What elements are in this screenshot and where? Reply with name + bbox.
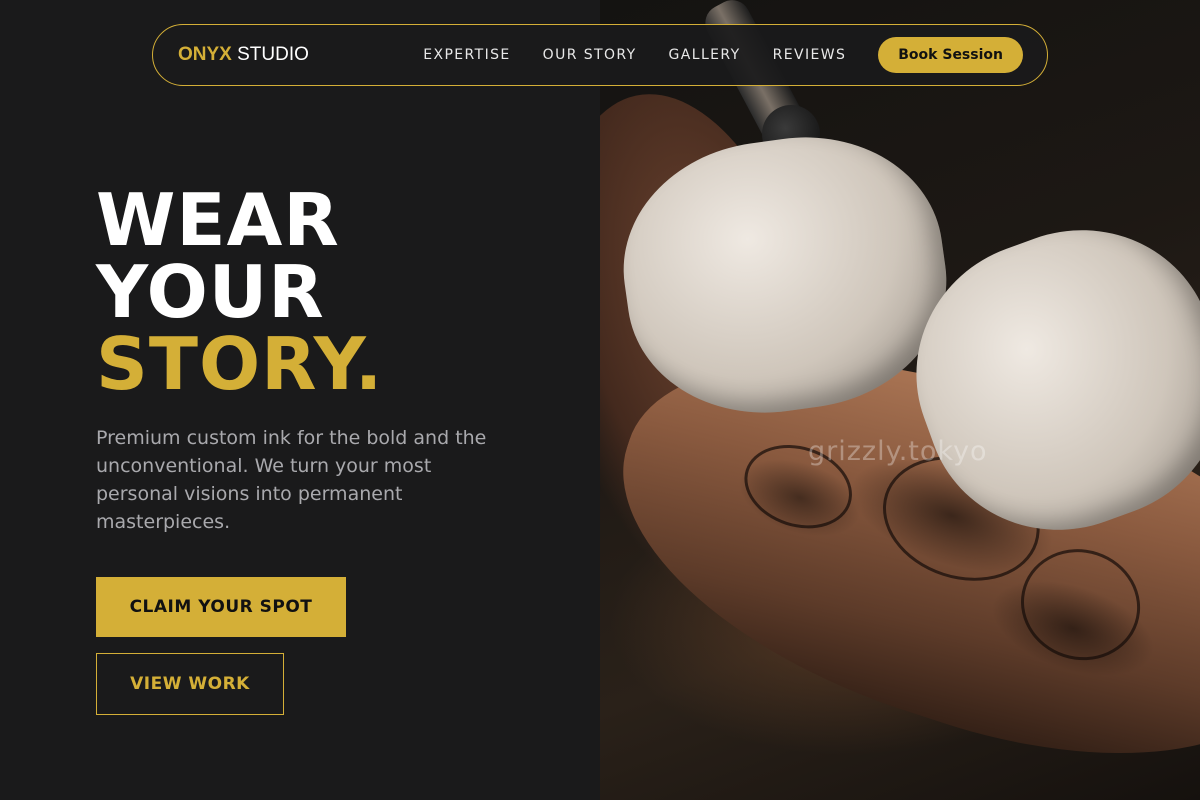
hero-subtitle: Premium custom ink for the bold and the …: [96, 427, 487, 533]
book-session-button[interactable]: Book Session: [878, 37, 1023, 73]
nav-link-reviews[interactable]: REVIEWS: [773, 47, 847, 63]
nav-link-our-story[interactable]: OUR STORY: [543, 47, 637, 63]
view-work-button[interactable]: VIEW WORK: [96, 653, 284, 715]
brand-logo[interactable]: ONYX STUDIO: [178, 44, 309, 66]
hero-title-line-2: YOUR: [96, 250, 325, 334]
nav-link-expertise[interactable]: EXPERTISE: [423, 47, 510, 63]
hero-title-line-1: WEAR: [96, 178, 340, 262]
top-navigation: ONYX STUDIO EXPERTISE OUR STORY GALLERY …: [152, 24, 1048, 86]
nav-link-gallery[interactable]: GALLERY: [669, 47, 741, 63]
claim-your-spot-button[interactable]: CLAIM YOUR SPOT: [96, 577, 346, 637]
hero-title: WEAR YOUR STORY.: [96, 184, 383, 400]
brand-logo-accent: ONYX: [178, 44, 232, 65]
photo-watermark: grizzly.tokyo: [808, 436, 988, 467]
hero-photo: grizzly.tokyo: [600, 0, 1200, 800]
hero-title-line-3: STORY.: [96, 322, 384, 406]
brand-logo-rest: STUDIO: [231, 44, 309, 65]
landing-page: grizzly.tokyo ONYX STUDIO EXPERTISE OUR …: [0, 0, 1200, 800]
nav-links: EXPERTISE OUR STORY GALLERY REVIEWS Book…: [423, 37, 1023, 73]
